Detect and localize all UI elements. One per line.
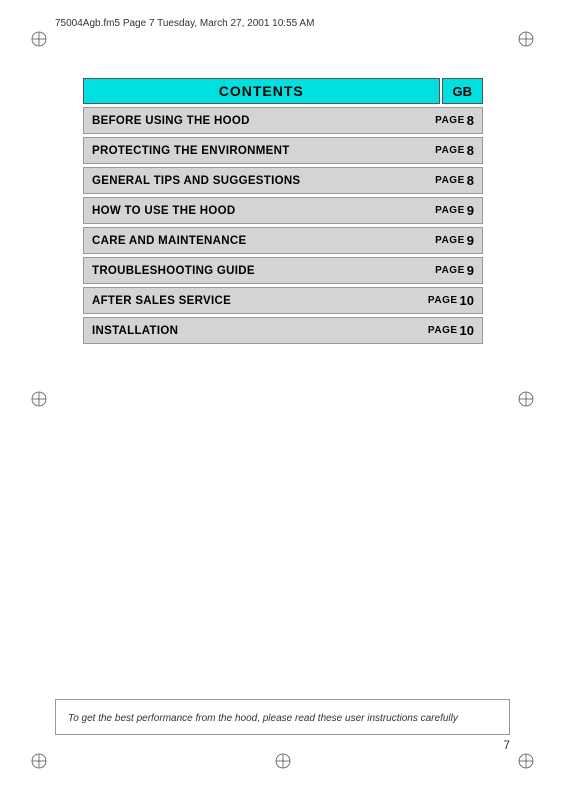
toc-row: INSTALLATION PAGE 10: [83, 317, 483, 344]
toc-row: HOW TO USE THE HOOD PAGE 9: [83, 197, 483, 224]
page-label: PAGE: [435, 115, 465, 126]
header-bar: 75004Agb.fm5 Page 7 Tuesday, March 27, 2…: [55, 18, 510, 29]
toc-row: AFTER SALES SERVICE PAGE 10: [83, 287, 483, 314]
toc-row-title: HOW TO USE THE HOOD: [84, 198, 407, 223]
toc-row: TROUBLESHOOTING GUIDE PAGE 9: [83, 257, 483, 284]
bottom-note-text: To get the best performance from the hoo…: [68, 713, 458, 724]
toc-list: BEFORE USING THE HOODPAGE 8PROTECTING TH…: [83, 107, 483, 344]
toc-item-title: PROTECTING THE ENVIRONMENT: [92, 145, 290, 157]
toc-row-page: PAGE 9: [407, 228, 482, 253]
toc-item-title: TROUBLESHOOTING GUIDE: [92, 265, 255, 277]
page-label: PAGE: [428, 295, 458, 306]
page-label: PAGE: [435, 175, 465, 186]
toc-item-title: CARE AND MAINTENANCE: [92, 235, 246, 247]
crosshair-mid-right: [517, 390, 535, 408]
toc-row-page: PAGE 8: [407, 168, 482, 193]
toc-row-page: PAGE 9: [407, 258, 482, 283]
contents-title-main: CONTENTS: [83, 78, 440, 104]
bottom-note: To get the best performance from the hoo…: [55, 699, 510, 735]
toc-row-title: CARE AND MAINTENANCE: [84, 228, 407, 253]
page-num: 8: [467, 143, 474, 158]
toc-row: PROTECTING THE ENVIRONMENT PAGE 8: [83, 137, 483, 164]
file-info: 75004Agb.fm5 Page 7 Tuesday, March 27, 2…: [55, 18, 314, 29]
contents-title-row: CONTENTS GB: [83, 78, 483, 104]
toc-row-page: PAGE 8: [407, 138, 482, 163]
crosshair-top-left: [30, 30, 48, 48]
page-label: PAGE: [435, 145, 465, 156]
page-num: 8: [467, 173, 474, 188]
crosshair-mid-left: [30, 390, 48, 408]
toc-row-title: GENERAL TIPS AND SUGGESTIONS: [84, 168, 407, 193]
contents-title-text: CONTENTS: [219, 83, 304, 99]
toc-item-title: GENERAL TIPS AND SUGGESTIONS: [92, 175, 300, 187]
toc-item-title: AFTER SALES SERVICE: [92, 295, 231, 307]
toc-row-page: PAGE 8: [407, 108, 482, 133]
toc-row-title: AFTER SALES SERVICE: [84, 288, 407, 313]
page-num: 9: [467, 233, 474, 248]
page-label: PAGE: [435, 235, 465, 246]
toc-row-title: PROTECTING THE ENVIRONMENT: [84, 138, 407, 163]
toc-row: GENERAL TIPS AND SUGGESTIONS PAGE 8: [83, 167, 483, 194]
crosshair-top-right: [517, 30, 535, 48]
crosshair-bot-right: [517, 752, 535, 770]
main-content: CONTENTS GB BEFORE USING THE HOODPAGE 8P…: [83, 78, 483, 347]
page-label: PAGE: [435, 205, 465, 216]
page-container: 75004Agb.fm5 Page 7 Tuesday, March 27, 2…: [0, 0, 565, 800]
toc-row-title: INSTALLATION: [84, 318, 407, 343]
page-num: 9: [467, 263, 474, 278]
page-label: PAGE: [435, 265, 465, 276]
toc-item-title: BEFORE USING THE HOOD: [92, 115, 250, 127]
toc-item-title: HOW TO USE THE HOOD: [92, 205, 236, 217]
page-num: 8: [467, 113, 474, 128]
page-num: 10: [460, 323, 474, 338]
toc-row-page: PAGE 9: [407, 198, 482, 223]
toc-row-page: PAGE 10: [407, 318, 482, 343]
toc-item-title: INSTALLATION: [92, 325, 178, 337]
page-num: 10: [460, 293, 474, 308]
gb-box: GB: [442, 78, 484, 104]
toc-row-title: TROUBLESHOOTING GUIDE: [84, 258, 407, 283]
crosshair-bot-left: [30, 752, 48, 770]
crosshair-bot-center: [274, 752, 292, 770]
toc-row: BEFORE USING THE HOOD PAGE 8: [83, 107, 483, 134]
toc-row-title: BEFORE USING THE HOOD: [84, 108, 407, 133]
toc-row-page: PAGE 10: [407, 288, 482, 313]
toc-row: CARE AND MAINTENANCE PAGE 9: [83, 227, 483, 254]
gb-label: GB: [453, 84, 473, 99]
page-number: 7: [503, 738, 510, 752]
page-label: PAGE: [428, 325, 458, 336]
page-num: 9: [467, 203, 474, 218]
